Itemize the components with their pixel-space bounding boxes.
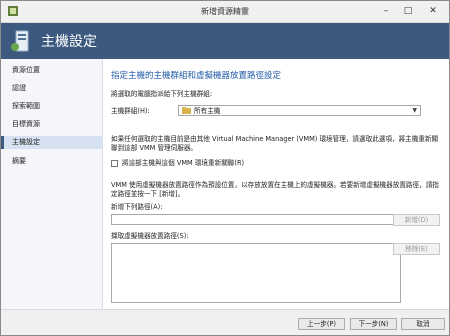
add-path-label: 新增下列路徑(A): <box>111 203 163 211</box>
remove-path-button[interactable]: 移除(E) <box>393 243 440 255</box>
step-resource-location[interactable]: 資源位置 <box>1 64 102 77</box>
placement-notice: VMM 使用虛擬機器放置路徑作為預設位置，以存放放置在主機上的虛擬機器。若要新增… <box>111 181 439 198</box>
server-icon <box>11 30 29 52</box>
path-input[interactable] <box>111 214 401 225</box>
section-title: 指定主機的主機群組和虛擬機器放置路徑設定 <box>111 71 282 81</box>
next-button[interactable]: 下一步(N) <box>350 318 397 330</box>
group-instruction: 將選取的電腦指派給下列主機群組: <box>111 90 213 98</box>
wizard-footer: 上一步(P) 下一步(N) 取消 <box>1 309 449 335</box>
chevron-down-icon[interactable]: ▼ <box>412 107 417 114</box>
placement-list-label: 擷取虛擬機器放置路徑(S): <box>111 232 189 240</box>
step-host-settings[interactable]: 主機設定 <box>1 136 102 149</box>
host-group-label: 主機群組(H): <box>111 107 150 115</box>
vmm-notice: 如果任何選取的主機目前是由其他 Virtual Machine Manager … <box>111 135 439 152</box>
step-discovery-scope[interactable]: 探索範圍 <box>1 100 102 113</box>
reassociate-checkbox[interactable] <box>111 160 118 167</box>
close-icon[interactable]: ✕ <box>421 4 445 18</box>
reassociate-label[interactable]: 將這部主機與這個 VMM 環境重新關聯(R) <box>122 159 244 168</box>
wizard-header: 主機設定 <box>1 23 449 59</box>
step-summary[interactable]: 摘要 <box>1 155 102 168</box>
title-bar: 新增資源精靈 – □ ✕ <box>1 1 449 23</box>
step-credentials[interactable]: 認證 <box>1 82 102 95</box>
main-content: 指定主機的主機群組和虛擬機器放置路徑設定 將選取的電腦指派給下列主機群組: 主機… <box>103 59 449 309</box>
cancel-button[interactable]: 取消 <box>401 318 445 330</box>
page-title: 主機設定 <box>41 34 97 50</box>
step-target-resources[interactable]: 目標資源 <box>1 118 102 131</box>
wizard-steps: 資源位置 認證 探索範圍 目標資源 主機設定 摘要 <box>1 59 103 309</box>
host-group-icon <box>182 107 191 114</box>
minimize-icon[interactable]: – <box>377 4 395 18</box>
placement-path-list[interactable] <box>111 243 401 303</box>
host-group-value: 所有主機 <box>194 107 221 115</box>
back-button[interactable]: 上一步(P) <box>298 318 345 330</box>
wizard-window: 新增資源精靈 – □ ✕ 主機設定 資源位置 認證 探索範圍 目標資源 主機設定… <box>0 0 450 336</box>
maximize-icon[interactable]: □ <box>399 4 417 18</box>
add-path-button[interactable]: 新增(D) <box>393 214 440 226</box>
host-group-dropdown[interactable]: 所有主機 ▼ <box>178 105 421 116</box>
